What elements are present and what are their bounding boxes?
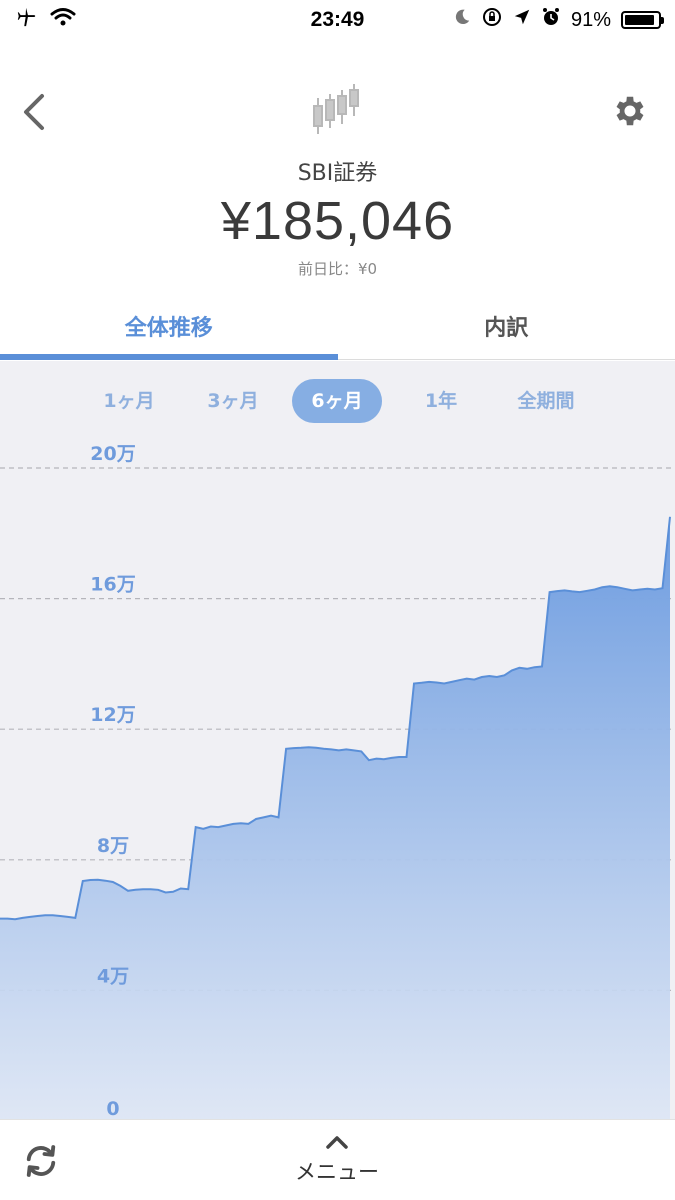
battery-fill — [625, 15, 655, 25]
wifi-icon — [50, 7, 76, 33]
tab-bar: 全体推移 内訳 — [0, 292, 675, 360]
menu-label: メニュー — [295, 1160, 379, 1184]
rotation-lock-icon — [481, 6, 503, 34]
asset-area-chart: 20万 16万 12万 8万 4万 0 — [0, 443, 675, 1119]
menu-button[interactable]: メニュー — [267, 1134, 407, 1194]
tab-breakdown[interactable]: 内訳 — [338, 292, 675, 359]
chevron-up-icon — [326, 1136, 348, 1149]
y-tick-label: 0 — [106, 1098, 119, 1119]
tab-overall-trend[interactable]: 全体推移 — [0, 292, 338, 360]
back-button[interactable] — [14, 88, 54, 136]
day-change: 前日比：¥0 — [297, 260, 378, 278]
chart-area: 20万 16万 12万 8万 4万 0 1ヶ月 3ヶ月 6ヶ月 1年 全期間 — [0, 361, 675, 1119]
candlestick-icon — [308, 84, 368, 140]
area-fill — [0, 516, 670, 1119]
period-all[interactable]: 全期間 — [500, 379, 592, 423]
period-6m[interactable]: 6ヶ月 — [292, 379, 382, 423]
header: SBI証券 ¥185,046 前日比：¥0 — [0, 40, 675, 292]
period-1y[interactable]: 1年 — [406, 379, 476, 423]
gear-icon — [616, 96, 644, 126]
y-tick-label: 4万 — [97, 965, 129, 987]
y-tick-label: 12万 — [90, 704, 135, 726]
period-3m[interactable]: 3ヶ月 — [192, 379, 274, 423]
alarm-icon — [541, 7, 561, 33]
total-amount: ¥185,046 — [220, 191, 455, 251]
y-tick-label: 20万 — [90, 443, 135, 465]
period-selector: 1ヶ月 3ヶ月 6ヶ月 1年 全期間 — [0, 379, 675, 425]
chevron-left-icon — [24, 94, 44, 130]
refresh-icon — [26, 1145, 56, 1177]
account-name: SBI証券 — [297, 161, 378, 186]
period-1m[interactable]: 1ヶ月 — [88, 379, 170, 423]
battery-icon — [621, 11, 664, 29]
moon-icon — [453, 8, 471, 32]
airplane-icon — [14, 6, 40, 34]
y-tick-label: 16万 — [90, 574, 135, 596]
bottom-bar: メニュー — [0, 1119, 675, 1200]
y-tick-label: 8万 — [97, 835, 129, 857]
settings-button[interactable] — [611, 92, 649, 130]
status-bar: 23:49 91% — [0, 0, 675, 40]
battery-percent: 91% — [570, 8, 611, 31]
location-icon — [513, 8, 531, 32]
refresh-button[interactable] — [20, 1140, 62, 1182]
